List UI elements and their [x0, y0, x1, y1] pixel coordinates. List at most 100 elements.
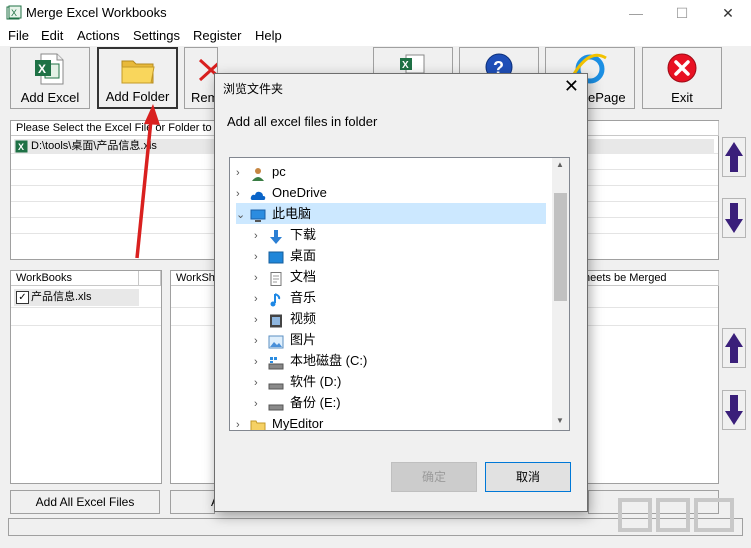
add-folder-label: Add Folder	[105, 89, 170, 104]
music-icon	[268, 292, 284, 307]
tree-scrollbar[interactable]: ▲ ▼	[552, 158, 569, 430]
workbooks-header: WorkBooks	[11, 271, 139, 286]
maximize-button[interactable]: ☐	[659, 0, 705, 26]
chevron-right-icon[interactable]: ›	[254, 226, 268, 247]
dialog-instruction: Add all excel files in folder	[227, 114, 378, 129]
chevron-right-icon[interactable]: ›	[254, 247, 268, 268]
tree-item[interactable]: › pc	[236, 161, 546, 182]
exit-button[interactable]: Exit	[642, 47, 722, 109]
system-drive-icon	[268, 355, 284, 370]
worksheets-header: WorkSh	[171, 271, 219, 286]
tree-item-label: 下载	[290, 227, 317, 242]
menu-settings[interactable]: Settings	[133, 28, 180, 43]
menu-bar: File Edit Actions Settings Register Help	[0, 26, 751, 46]
tree-item-label: 文档	[290, 269, 317, 284]
tree-item[interactable]: ⌄ 此电脑	[236, 203, 546, 224]
cancel-button[interactable]: 取消	[485, 462, 571, 492]
add-folder-button[interactable]: Add Folder	[97, 47, 178, 109]
tree-item[interactable]: › MyEditor	[236, 413, 546, 431]
move-up-button[interactable]	[722, 137, 746, 177]
menu-file[interactable]: File	[8, 28, 29, 43]
drive-icon	[268, 397, 284, 411]
tree-item[interactable]: › 软件 (D:)	[254, 371, 546, 392]
minimize-button[interactable]: —	[613, 0, 659, 26]
tree-item-label: 图片	[290, 332, 317, 347]
tree-scroll-thumb[interactable]	[554, 193, 567, 301]
tree-item[interactable]: › 视频	[254, 308, 546, 329]
chevron-right-icon[interactable]: ›	[254, 268, 268, 289]
download-icon	[268, 229, 284, 244]
arrow-down-icon	[725, 395, 743, 425]
tree-item-label: 此电脑	[272, 206, 312, 221]
move-down-button[interactable]	[722, 198, 746, 238]
close-button[interactable]: ✕	[705, 0, 751, 26]
chevron-right-icon[interactable]: ›	[254, 331, 268, 352]
window-title: Merge Excel Workbooks	[26, 5, 167, 20]
tree-item[interactable]: › 本地磁盘 (C:)	[254, 350, 546, 371]
add-all-excel-files-button[interactable]: Add All Excel Files	[10, 490, 160, 514]
computer-icon	[250, 208, 266, 222]
ok-button[interactable]: 确定	[391, 462, 477, 492]
chevron-right-icon[interactable]: ›	[254, 310, 268, 331]
remove-button[interactable]: Rem	[184, 47, 218, 109]
dialog-close-icon[interactable]: ✕	[564, 76, 579, 97]
tree-item[interactable]: › 下载	[254, 224, 546, 245]
chevron-right-icon[interactable]: ›	[254, 289, 268, 310]
arrow-down-icon	[725, 203, 743, 233]
desktop-icon	[268, 250, 284, 264]
excel-file-icon: X	[15, 140, 28, 153]
sheet-move-down-button[interactable]	[722, 390, 746, 430]
folder-icon	[121, 60, 155, 84]
menu-help[interactable]: Help	[255, 28, 282, 43]
sheet-move-up-button[interactable]	[722, 328, 746, 368]
browse-folder-dialog: 浏览文件夹 ✕ Add all excel files in folder › p…	[214, 73, 588, 512]
exit-icon	[667, 53, 697, 83]
svg-text:X: X	[38, 62, 46, 76]
tree-item-label: MyEditor	[272, 416, 324, 431]
app-icon: X	[6, 5, 22, 20]
folder-tree[interactable]: › pc › OneDrive ⌄ 此电脑 › 下载 › 桌面 › 文档 › 音乐 › 视频 › 图片 › 本地磁盘 …	[229, 157, 570, 431]
menu-edit[interactable]: Edit	[41, 28, 63, 43]
picture-icon	[268, 334, 284, 349]
scroll-down-icon[interactable]: ▼	[556, 416, 564, 425]
title-bar: X Merge Excel Workbooks — ☐ ✕	[0, 0, 751, 26]
chevron-right-icon[interactable]: ›	[254, 352, 268, 373]
chevron-right-icon[interactable]: ›	[236, 163, 250, 184]
drive-icon	[268, 376, 284, 390]
add-excel-button[interactable]: X Add Excel	[10, 47, 90, 109]
arrow-up-icon	[725, 333, 743, 363]
file-path: D:\tools\桌面\产品信息.xls	[31, 140, 157, 152]
chevron-right-icon[interactable]: ›	[254, 394, 268, 415]
svg-text:X: X	[11, 8, 17, 18]
tree-item[interactable]: › 桌面	[254, 245, 546, 266]
sheets-merged-header: heets be Merged	[579, 271, 719, 286]
menu-register[interactable]: Register	[193, 28, 241, 43]
tree-item-label: pc	[272, 164, 286, 179]
tree-item-label: 桌面	[290, 248, 317, 263]
scroll-up-icon[interactable]: ▲	[556, 160, 564, 169]
menu-actions[interactable]: Actions	[77, 28, 120, 43]
chevron-right-icon[interactable]: ›	[254, 373, 268, 394]
add-excel-label: Add Excel	[20, 90, 80, 105]
chevron-right-icon[interactable]: ›	[236, 184, 250, 205]
chevron-right-icon[interactable]: ›	[236, 415, 250, 430]
tree-item[interactable]: › OneDrive	[236, 182, 546, 203]
workbooks-panel[interactable]: WorkBooks ✓ 产品信息.xls	[10, 270, 162, 484]
workbook-row[interactable]: ✓ 产品信息.xls	[14, 289, 139, 306]
secondary-bottom-button[interactable]: A	[170, 490, 219, 514]
svg-text:X: X	[18, 142, 24, 152]
tree-item-label: 音乐	[290, 290, 317, 305]
tree-item[interactable]: › 图片	[254, 329, 546, 350]
tree-item[interactable]: › 备份 (E:)	[254, 392, 546, 413]
dialog-title: 浏览文件夹	[223, 82, 284, 96]
tree-item[interactable]: › 音乐	[254, 287, 546, 308]
folder-icon	[250, 418, 266, 430]
video-icon	[268, 313, 284, 328]
tree-item-label: 本地磁盘 (C:)	[290, 353, 368, 368]
tree-item-label: 视频	[290, 311, 317, 326]
document-icon	[268, 271, 284, 286]
workbook-checkbox[interactable]: ✓	[16, 291, 29, 304]
chevron-down-icon[interactable]: ⌄	[236, 205, 250, 226]
excel-sheet-icon: X	[400, 54, 425, 74]
tree-item[interactable]: › 文档	[254, 266, 546, 287]
